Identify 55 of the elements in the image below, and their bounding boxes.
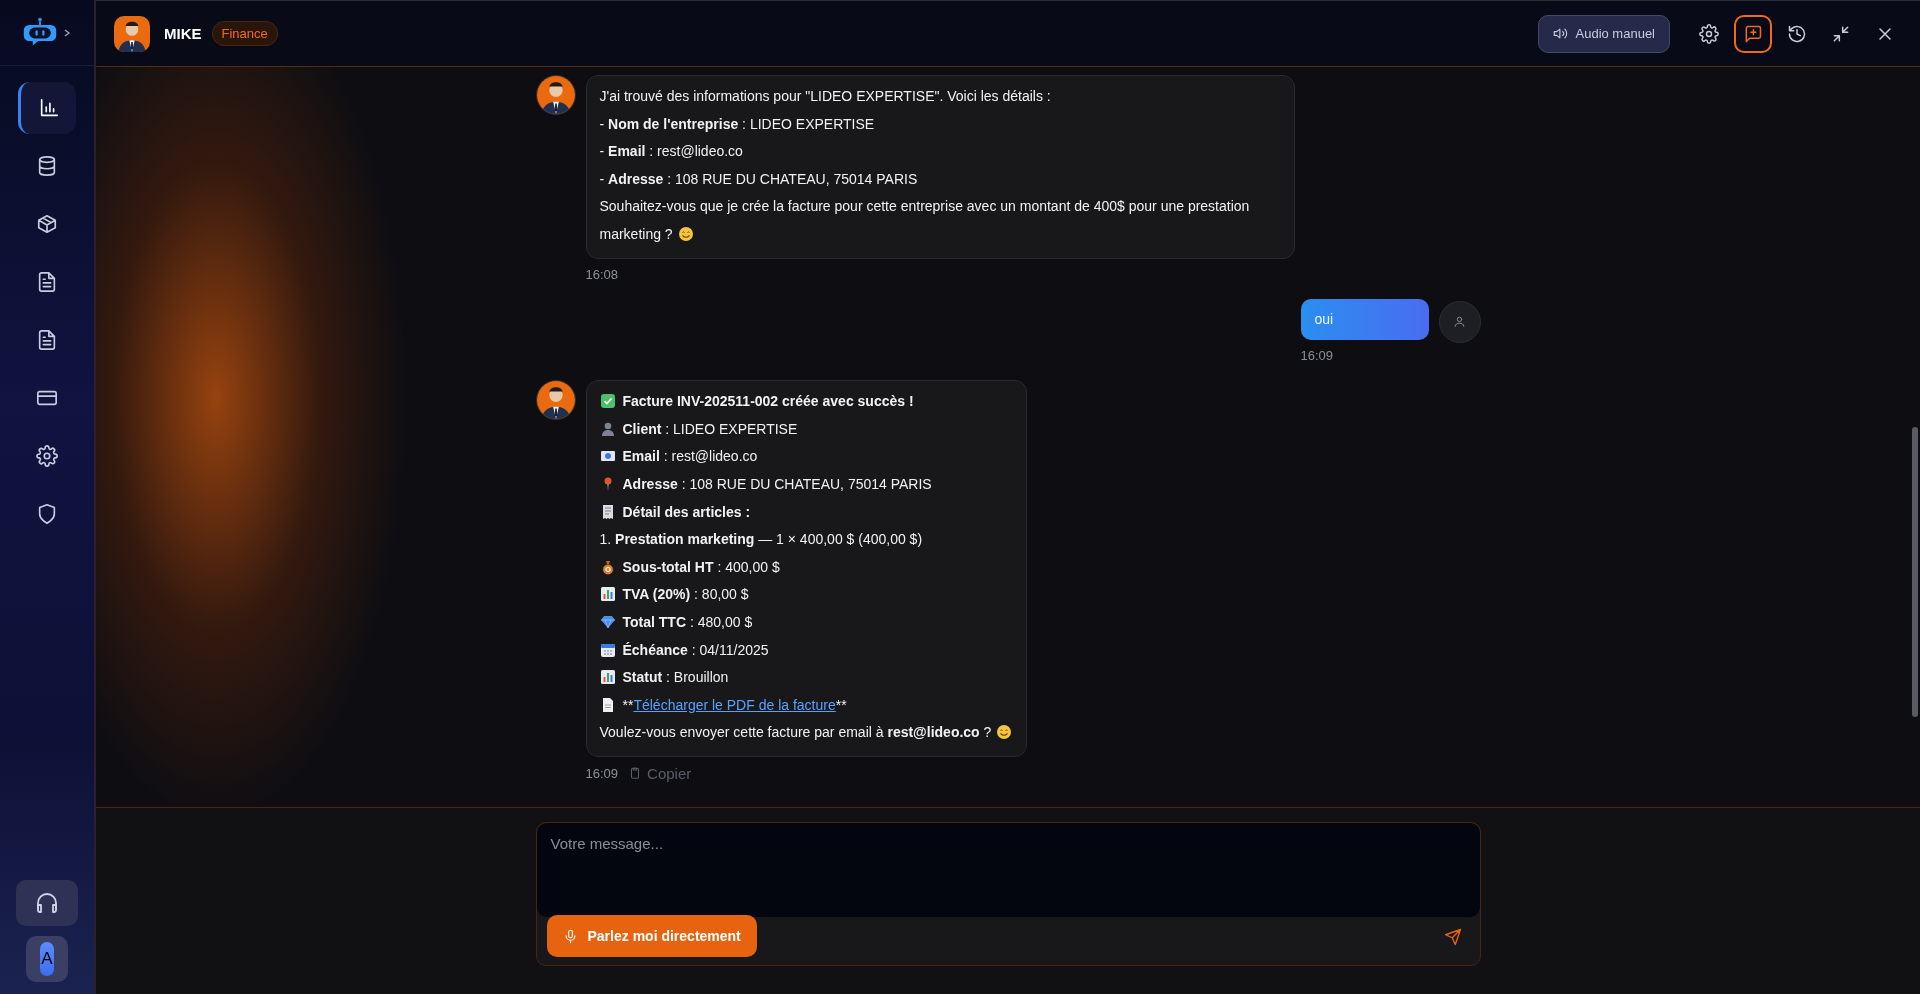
department-badge: Finance [211,21,278,46]
message-text: TVA (20%) : 80,00 $ [599,581,1013,609]
settings-icon [1699,23,1719,44]
bar-chart-icon [599,669,616,686]
voice-button[interactable]: Parlez moi directement [546,915,757,957]
message-input[interactable]: Votre message... [536,823,1480,917]
message-text: Email : rest@lideo.co [599,443,1013,471]
shield-icon [36,503,58,525]
copy-button[interactable]: Copier [628,764,692,782]
chevron-right-icon [62,27,72,38]
message-text: Adresse : 108 RUE DU CHATEAU, 75014 PARIS [599,470,1013,499]
message-text: Client : LIDEO EXPERTISE [599,415,1013,444]
box-icon [36,213,58,235]
message-text: J'ai trouvé des informations pour "LIDEO EXPERTISE". Voici les détails : [599,87,1052,106]
message-text: Statut : Brouillon [599,664,1013,692]
person-icon [1453,315,1466,329]
check-icon [599,393,616,410]
message-time: 16:09 [585,765,619,781]
message-time: 16:08 [585,266,619,282]
new-chat-button[interactable] [1734,14,1772,53]
history-icon [1787,23,1807,44]
gem-icon [599,613,616,630]
message-text: - Email : rest@lideo.co [599,142,744,162]
audio-mode-button[interactable]: Audio manuel [1537,14,1670,53]
message-text: **Télécharger le PDF de la facture** [599,691,1013,720]
message-text: Détail des articles : [599,498,1013,527]
pdf-download-link[interactable]: Télécharger le PDF de la facture [633,696,836,713]
sidebar-item[interactable] [18,82,76,134]
message-time: 16:09 [1300,348,1334,364]
database-icon [36,155,58,177]
person-icon [599,420,616,437]
send-button[interactable] [1443,928,1462,946]
agent-name: MIKE [164,25,202,42]
bar-chart-icon [599,586,616,603]
scrollbar[interactable] [1912,427,1918,717]
message-text: Voulez-vous envoyer cette facture par email à rest@lideo.co ? [599,719,1013,747]
message-plus-icon [1743,23,1763,44]
speaker-icon [1552,26,1568,41]
message-text: Facture INV-202511-002 créée avec succès ! [599,388,1013,416]
message-text: Souhaitez-vous que je crée la facture pour cette entreprise avec un montant de 400$ pour une prestation marketing ? [599,197,1251,244]
settings-icon [36,445,58,467]
message-text: 1. Prestation marketing — 1 × 400,00 $ (400,00 $) [599,530,924,550]
document-icon [36,271,58,293]
send-icon [1443,928,1462,946]
user-avatar-button[interactable]: A [26,936,68,982]
message-text: Sous-total HT : 400,00 $ [599,553,1013,582]
headphones-icon [35,891,59,915]
message-text: oui [1314,309,1335,329]
support-button[interactable] [16,880,78,926]
message-text: Total TTC : 480,00 $ [599,608,1013,637]
document-icon [36,329,58,351]
calendar-icon [599,641,616,658]
message-text: - Nom de l'entreprise : LIDEO EXPERTISE [599,114,876,134]
message-text: - Adresse : 108 RUE DU CHATEAU, 75014 PARIS [599,169,919,189]
message-text: Échéance : 04/11/2025 [599,636,1013,665]
